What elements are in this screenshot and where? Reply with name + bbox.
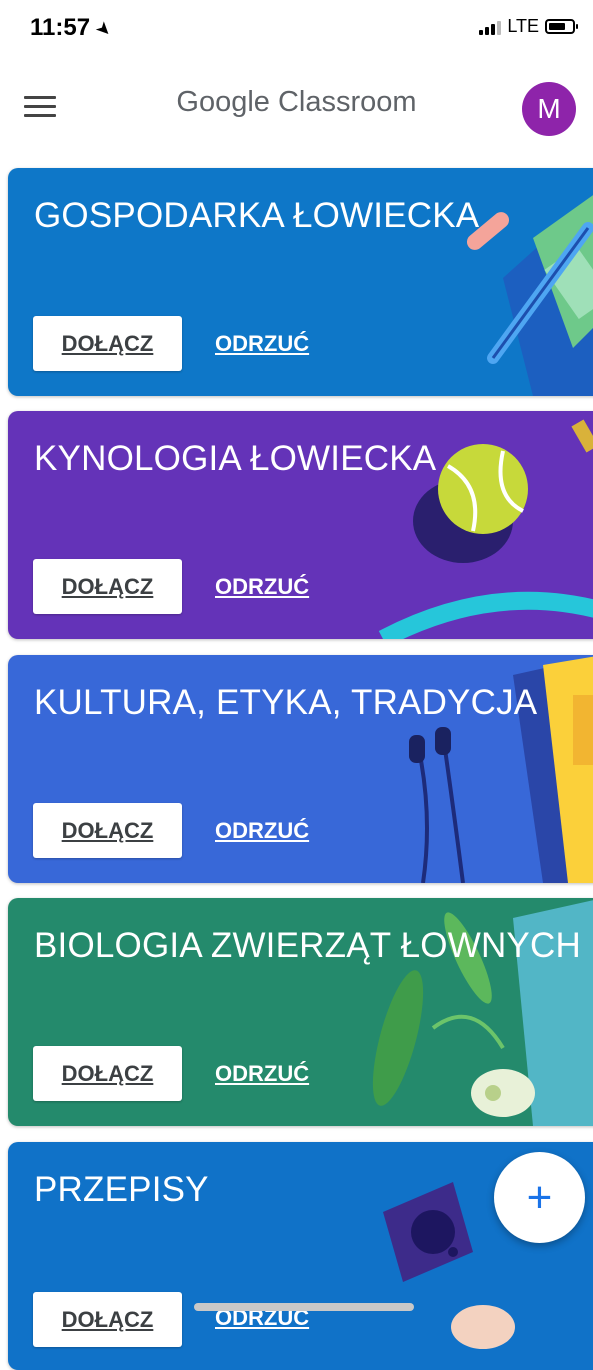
home-indicator[interactable] bbox=[194, 1303, 414, 1311]
class-title: KULTURA, ETYKA, TRADYCJA bbox=[34, 683, 538, 722]
network-type: LTE bbox=[507, 16, 539, 36]
app-bar: Google Classroom M bbox=[0, 72, 593, 142]
reject-button[interactable]: ODRZUĆ bbox=[215, 818, 309, 844]
battery-icon bbox=[545, 19, 578, 34]
class-title: KYNOLOGIA ŁOWIECKA bbox=[34, 439, 437, 478]
status-time-text: 11:57 bbox=[30, 14, 91, 41]
app-title: Google Classroom bbox=[176, 86, 417, 118]
class-title: PRZEPISY bbox=[34, 1170, 209, 1209]
class-card-gospodarka[interactable]: GOSPODARKA ŁOWIECKA DOŁĄCZ ODRZUĆ bbox=[8, 168, 593, 396]
reject-button[interactable]: ODRZUĆ bbox=[215, 1061, 309, 1087]
location-arrow-icon: ➤ bbox=[91, 16, 117, 42]
status-indicators: LTE bbox=[479, 16, 578, 37]
status-time: 11:57➤ bbox=[30, 14, 116, 42]
reject-button[interactable]: ODRZUĆ bbox=[215, 574, 309, 600]
plus-icon: + bbox=[526, 1172, 553, 1222]
join-button[interactable]: DOŁĄCZ bbox=[33, 316, 182, 371]
class-card-kultura[interactable]: KULTURA, ETYKA, TRADYCJA DOŁĄCZ ODRZUĆ bbox=[8, 655, 593, 883]
join-button[interactable]: DOŁĄCZ bbox=[33, 803, 182, 858]
class-title: GOSPODARKA ŁOWIECKA bbox=[34, 196, 480, 235]
class-card-kynologia[interactable]: KYNOLOGIA ŁOWIECKA DOŁĄCZ ODRZUĆ bbox=[8, 411, 593, 639]
class-card-biologia[interactable]: BIOLOGIA ZWIERZĄT ŁOWNYCH DOŁĄCZ ODRZUĆ bbox=[8, 898, 593, 1126]
signal-icon bbox=[479, 19, 502, 35]
class-title: BIOLOGIA ZWIERZĄT ŁOWNYCH bbox=[34, 926, 581, 965]
add-class-button[interactable]: + bbox=[494, 1152, 585, 1243]
join-button[interactable]: DOŁĄCZ bbox=[33, 1292, 182, 1347]
join-button[interactable]: DOŁĄCZ bbox=[33, 1046, 182, 1101]
reject-button[interactable]: ODRZUĆ bbox=[215, 331, 309, 357]
avatar[interactable]: M bbox=[522, 82, 576, 136]
join-button[interactable]: DOŁĄCZ bbox=[33, 559, 182, 614]
status-bar: 11:57➤ LTE bbox=[0, 0, 593, 56]
